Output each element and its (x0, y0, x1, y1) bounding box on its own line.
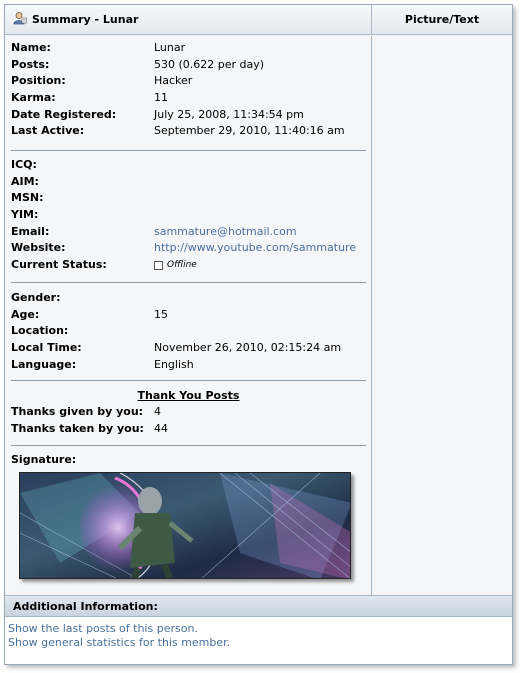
contact-row-email: Email: sammature@hotmail.com (11, 224, 366, 241)
show-last-posts-link[interactable]: Show the last posts of this person. (8, 622, 509, 636)
personal-row: Local Time: November 26, 2010, 02:15:24 a… (11, 341, 342, 355)
contact-section: ICQ: AIM: MSN: YIM: Email: sammature@hotm… (11, 157, 366, 274)
profile-row: Name: Lunar (11, 41, 186, 54)
additional-information-body: Show the last posts of this person. Show… (5, 617, 512, 664)
profile-row: Date Registered: July 25, 2008, 11:34:54 … (11, 107, 304, 121)
thanks-given-row: Thanks given by you: 4 (11, 405, 161, 418)
profile-section: Name: Lunar Posts: 530 (0.622 per day) Pos… (11, 40, 366, 140)
show-general-statistics-link[interactable]: Show general statistics for this member. (8, 636, 509, 650)
signature-image (19, 472, 351, 579)
summary-column: Name: Lunar Posts: 530 (0.622 per day) Pos… (5, 36, 371, 595)
personal-row: Location: (11, 324, 69, 338)
email-link[interactable]: sammature@hotmail.com (154, 224, 297, 241)
offline-status-icon (154, 261, 163, 271)
contact-row-status: Current Status: Offline (11, 258, 197, 272)
summary-header: Summary - Lunar (5, 5, 371, 35)
profile-row: Last Active: September 29, 2010, 11:40:16… (11, 124, 345, 138)
thanks-taken-row: Thanks taken by you: 44 (11, 421, 168, 435)
contact-row-icq: ICQ: (11, 158, 37, 171)
personal-row: Gender: (11, 291, 61, 304)
personal-row: Age: 15 (11, 307, 168, 321)
website-link[interactable]: http://www.youtube.com/sammature (154, 240, 356, 257)
user-icon (13, 7, 27, 25)
additional-information-header: Additional Information: (5, 595, 512, 617)
status-text: Offline (167, 260, 197, 271)
contact-row-website: Website: http://www.youtube.com/sammature (11, 240, 366, 257)
contact-row-yim: YIM: (11, 208, 39, 222)
profile-row: Position: Hacker (11, 74, 193, 88)
divider (11, 150, 366, 151)
profile-row: Karma: 11 (11, 91, 168, 105)
personal-section: Gender: Age: 15 Location: Local Time: Nove… (11, 290, 366, 373)
divider (11, 445, 366, 446)
contact-row-msn: MSN: (11, 191, 44, 205)
divider (11, 282, 366, 283)
header-row: Summary - Lunar Picture/Text (5, 5, 512, 35)
picture-text-header: Picture/Text (371, 5, 512, 35)
picture-text-column (371, 36, 512, 595)
signature-label: Signature: (11, 453, 77, 466)
divider (11, 380, 366, 381)
profile-panel: Summary - Lunar Picture/Text Name: Lunar … (4, 4, 513, 665)
contact-row-aim: AIM: (11, 174, 39, 188)
summary-title: Summary - Lunar (32, 13, 139, 26)
thank-you-posts-title: Thank You Posts (137, 389, 240, 402)
personal-row: Language: English (11, 357, 194, 371)
thanks-section: Thanks given by you: 4 Thanks taken by yo… (11, 404, 366, 437)
profile-row: Posts: 530 (0.622 per day) (11, 57, 265, 71)
